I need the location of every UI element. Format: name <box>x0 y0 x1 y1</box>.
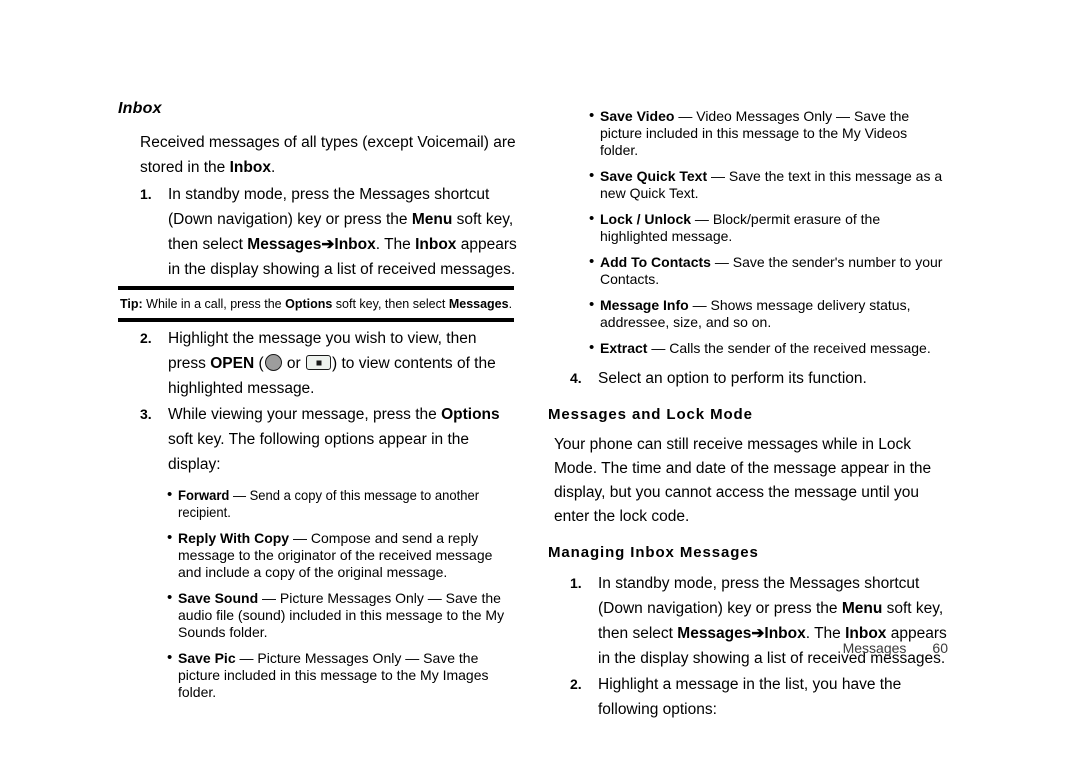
step-2-number: 2. <box>140 330 152 346</box>
managing-step-2-number: 2. <box>570 676 582 692</box>
step-3-part2: soft key. The following options appear i… <box>168 431 470 473</box>
step-2: 2. Highlight the message you wish to view… <box>118 326 518 401</box>
option-dash: — <box>674 108 697 124</box>
step-3-part1: While viewing your message, press the <box>168 406 442 423</box>
bullet-dot-icon: • <box>167 486 173 503</box>
tip-rule-bottom <box>118 318 514 322</box>
option-term: Message Info <box>600 297 689 313</box>
left-column: Inbox Received messages of all types (ex… <box>118 100 518 283</box>
bullet-dot-icon: • <box>167 589 173 606</box>
step-1-bold-menu: Menu <box>411 211 453 228</box>
step-2-part3: or <box>282 355 306 372</box>
step-4: 4. Select an option to perform its functi… <box>548 366 948 391</box>
footer-section-label: Messages <box>842 640 907 656</box>
heading-managing-inbox-messages: Managing Inbox Messages <box>548 544 759 561</box>
bullet-dot-icon: • <box>589 253 595 270</box>
bullet-dot-icon: • <box>589 339 595 356</box>
option-term: Save Pic <box>178 650 236 666</box>
option-term: Lock / Unlock <box>600 211 692 227</box>
option-term: Extract <box>600 340 648 356</box>
option-item-reply-with-copy: • Reply With Copy — Compose and send a re… <box>118 529 518 581</box>
option-item-save-video: • Save Video — Video Messages Only — Save… <box>548 107 948 159</box>
option-item-message-info: • Message Info — Shows message delivery s… <box>548 296 948 331</box>
bullet-dot-icon: • <box>589 167 595 184</box>
option-dash: — <box>710 254 733 270</box>
arrow-icon: ➔ <box>321 236 335 253</box>
step-3-number: 3. <box>140 406 152 422</box>
option-item-save-quick-text: • Save Quick Text — Save the text in this… <box>548 167 948 202</box>
step-1-bold-messages: Messages <box>247 236 322 253</box>
step-3-bold-options: Options <box>441 406 500 423</box>
asterisk-key-glyph <box>316 360 322 365</box>
option-term: Add To Contacts <box>600 254 711 270</box>
step-1-bold-inbox-2: Inbox <box>415 236 457 253</box>
bullet-dot-icon: • <box>589 210 595 227</box>
step-4-text: Select an option to perform its function… <box>598 370 867 387</box>
option-term: Forward <box>178 487 230 503</box>
intro-bold-inbox: Inbox <box>229 159 271 176</box>
bullet-dot-icon: • <box>167 529 173 546</box>
ok-key-icon <box>264 354 282 371</box>
document-page: Inbox Received messages of all types (ex… <box>0 0 1080 771</box>
option-dash: — <box>289 530 311 546</box>
step-2-bold-open: OPEN <box>210 355 255 372</box>
option-dash: — <box>691 211 713 227</box>
step-3: 3. While viewing your message, press the … <box>118 402 518 477</box>
step-4-number: 4. <box>570 370 582 386</box>
option-dash: — <box>229 487 250 503</box>
right-column: • Save Video — Video Messages Only — Save… <box>548 107 948 723</box>
heading-messages-and-lock-mode: Messages and Lock Mode <box>548 406 753 423</box>
tip-part1: While in a call, press the <box>142 297 286 311</box>
step-1-part3: . The <box>375 236 416 253</box>
left-column-continued: 2. Highlight the message you wish to view… <box>118 326 518 710</box>
intro-text-before: Received messages of all types (except V… <box>140 134 516 176</box>
managing-step-1-bold-menu: Menu <box>841 600 883 617</box>
intro-text-after: . <box>270 159 276 176</box>
managing-step-2-text: Highlight a message in the list, you hav… <box>598 676 902 718</box>
option-dash: — <box>235 650 258 666</box>
option-dash: — <box>707 168 729 184</box>
option-dash: — <box>258 590 280 606</box>
option-item-save-sound: • Save Sound — Picture Messages Only — Sa… <box>118 589 518 641</box>
step-1-number: 1. <box>140 186 152 202</box>
option-term: Save Quick Text <box>600 168 708 184</box>
option-item-forward: • Forward — Send a copy of this message t… <box>118 486 518 521</box>
option-term: Save Video <box>600 108 675 124</box>
tip-box: Tip: While in a call, press the Options … <box>118 286 514 322</box>
step-1: 1. In standby mode, press the Messages sh… <box>118 182 518 282</box>
page-title: Inbox <box>118 100 162 117</box>
managing-step-2: 2. Highlight a message in the list, you h… <box>548 672 948 722</box>
tip-part2: soft key, then select <box>332 297 449 311</box>
option-item-lock-unlock: • Lock / Unlock — Block/permit erasure of… <box>548 210 948 245</box>
option-dash: — <box>688 297 711 313</box>
managing-step-1-number: 1. <box>570 575 582 591</box>
option-item-add-to-contacts: • Add To Contacts — Save the sender's num… <box>548 253 948 288</box>
tip-text: Tip: While in a call, press the Options … <box>118 290 514 318</box>
tip-bold-messages: Messages <box>448 297 509 311</box>
step-2-part2: ( <box>254 355 264 372</box>
tip-part3: . <box>508 297 513 311</box>
asterisk-key-icon <box>306 355 332 370</box>
option-item-save-pic: • Save Pic — Picture Messages Only — Save… <box>118 649 518 701</box>
option-dash: — <box>647 340 670 356</box>
option-desc: Calls the sender of the received message… <box>669 340 931 356</box>
tip-bold-options: Options <box>285 297 333 311</box>
tip-label: Tip: <box>120 297 143 311</box>
option-term: Reply With Copy <box>178 530 290 546</box>
intro-paragraph: Received messages of all types (except V… <box>118 130 518 180</box>
option-item-extract: • Extract — Calls the sender of the recei… <box>548 339 948 357</box>
lock-mode-paragraph: Your phone can still receive messages wh… <box>554 436 932 525</box>
option-term: Save Sound <box>178 590 259 606</box>
bullet-dot-icon: • <box>589 296 595 313</box>
page-footer: Messages 60 <box>548 638 948 658</box>
bullet-dot-icon: • <box>167 649 173 666</box>
footer-page-number: 60 <box>932 640 948 656</box>
bullet-dot-icon: • <box>589 107 595 124</box>
step-1-bold-inbox: Inbox <box>334 236 376 253</box>
